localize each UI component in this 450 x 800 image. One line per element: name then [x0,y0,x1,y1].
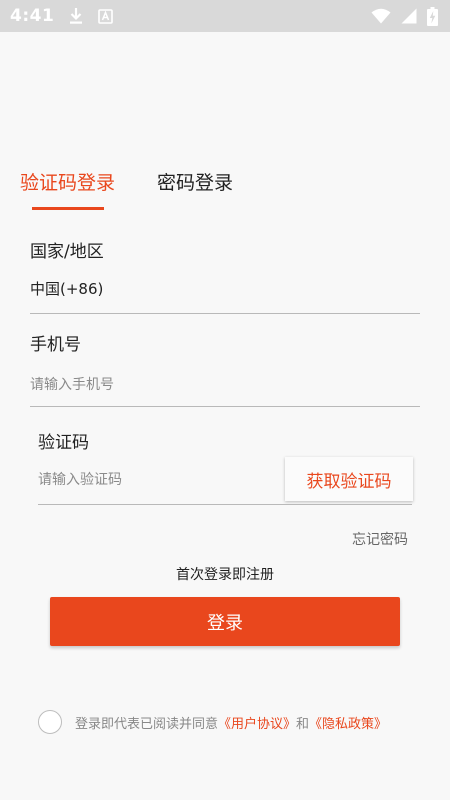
country-divider [30,313,420,314]
forgot-password-link[interactable]: 忘记密码 [352,529,408,549]
status-time: 4:41 [10,6,55,26]
get-code-button[interactable]: 获取验证码 [285,457,413,501]
user-agreement-link[interactable]: 《用户协议》 [218,713,296,732]
status-bar: 4:41 [0,0,450,32]
tab-password-login[interactable]: 密码登录 [157,168,233,195]
agreement-conjunction: 和 [296,716,310,732]
wifi-icon [371,8,391,24]
agreement-checkbox[interactable] [38,710,62,734]
code-divider [38,504,412,505]
login-tabs: 验证码登录 密码登录 [0,160,450,212]
signal-icon [401,8,417,24]
country-selector[interactable]: 中国(+86) [30,278,103,299]
battery-charging-icon [427,6,438,26]
agreement-row: 登录即代表已阅读并同意 《用户协议》 和 《隐私政策》 [38,709,387,735]
status-left: 4:41 [10,6,114,26]
privacy-policy-link[interactable]: 《隐私政策》 [309,713,387,732]
active-tab-indicator [32,207,104,210]
code-label: 验证码 [38,433,89,453]
first-login-note: 首次登录即注册 [176,567,274,583]
country-label: 国家/地区 [30,242,104,262]
phone-label: 手机号 [30,335,81,355]
phone-input[interactable]: 请输入手机号 [30,374,114,394]
download-icon [68,7,84,25]
agreement-prefix: 登录即代表已阅读并同意 [75,716,219,732]
phone-divider [30,406,420,407]
text-box-icon [98,8,114,24]
status-right [371,6,438,26]
code-input[interactable]: 请输入验证码 [38,469,122,489]
login-button[interactable]: 登录 [50,597,400,646]
tab-sms-login[interactable]: 验证码登录 [20,168,115,195]
